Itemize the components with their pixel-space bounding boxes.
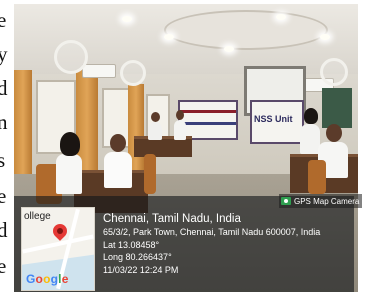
location-city: Chennai, Tamil Nadu, India xyxy=(103,213,241,225)
side-glyph: y xyxy=(0,42,8,66)
person-hair xyxy=(60,132,80,156)
person xyxy=(104,152,132,188)
location-map-thumbnail: ollege Google xyxy=(21,207,95,291)
side-glyph: e xyxy=(0,8,7,32)
ceiling-light xyxy=(320,34,330,40)
curtain xyxy=(14,70,32,182)
cropped-side-text: e y d n s e d e xyxy=(0,0,14,296)
camera-icon xyxy=(281,197,291,205)
location-address: 65/3/2, Park Town, Chennai, Tamil Nadu 6… xyxy=(103,227,321,237)
ceiling-light xyxy=(224,46,234,52)
longitude: Long 80.266437° xyxy=(103,252,172,262)
gps-camera-badge: GPS Map Camera xyxy=(279,194,363,208)
person-head xyxy=(151,112,160,122)
person xyxy=(148,122,162,140)
banner-left xyxy=(178,100,238,140)
side-glyph: e xyxy=(0,254,7,278)
side-glyph: e xyxy=(0,184,7,208)
wall-fan xyxy=(120,60,146,86)
person xyxy=(174,120,186,140)
ceiling-light xyxy=(164,34,174,40)
ceiling-ring xyxy=(164,10,328,50)
side-glyph: d xyxy=(0,76,8,100)
person-head xyxy=(326,124,342,142)
person xyxy=(56,154,82,194)
person-hair xyxy=(304,108,318,124)
map-place-label: ollege xyxy=(24,211,51,222)
air-conditioner xyxy=(82,64,116,78)
gps-info-text: Chennai, Tamil Nadu, India 65/3/2, Park … xyxy=(103,212,320,276)
person-head xyxy=(176,110,184,120)
latitude: Lat 13.08458° xyxy=(103,239,160,250)
banner-right: NSS Unit xyxy=(250,100,304,144)
green-board xyxy=(322,88,352,128)
ceiling-light xyxy=(276,14,286,20)
wall-fan xyxy=(320,58,348,86)
location-pin-icon xyxy=(50,221,70,241)
badge-label: GPS Map Camera xyxy=(294,196,360,206)
person xyxy=(300,124,320,154)
side-glyph: s xyxy=(0,148,6,172)
chair xyxy=(144,154,156,194)
person-head xyxy=(110,134,126,152)
ceiling-light xyxy=(122,16,132,22)
chair xyxy=(308,160,326,194)
banner-text: NSS Unit xyxy=(254,114,293,124)
wall-fan xyxy=(54,40,88,74)
side-glyph: n xyxy=(0,110,8,134)
side-glyph: d xyxy=(0,218,8,242)
google-logo: Google xyxy=(26,272,69,286)
timestamp: 11/03/22 12:24 PM xyxy=(103,264,179,275)
